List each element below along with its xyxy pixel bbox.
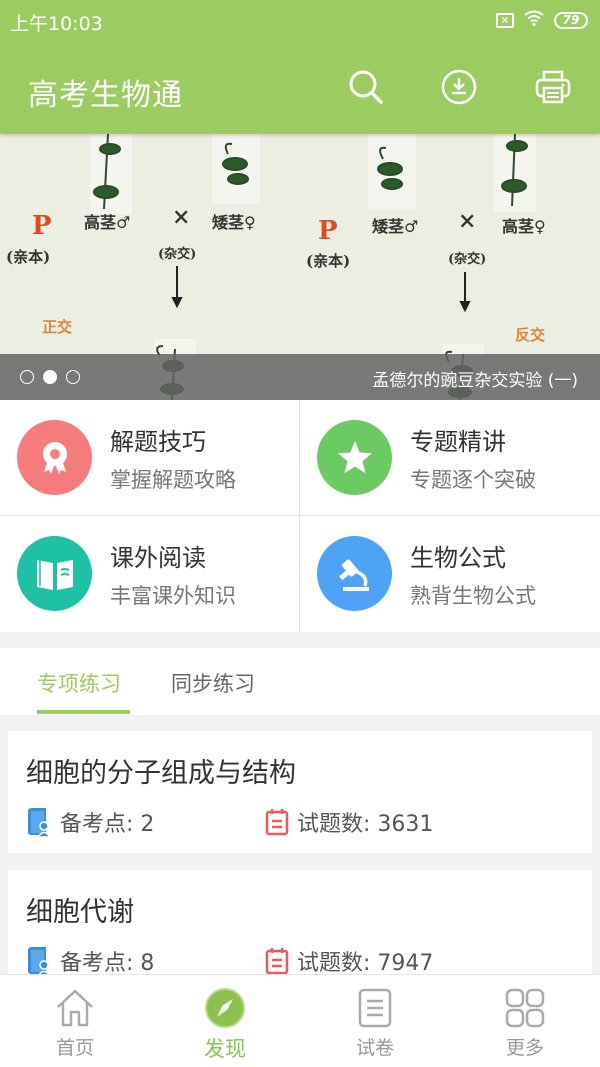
svg-text:(杂交): (杂交) (448, 251, 486, 267)
print-button[interactable] (532, 66, 574, 108)
svg-text:高茎♀: 高茎♀ (502, 217, 546, 236)
nav-label: 试卷 (355, 1037, 394, 1059)
app-bar: 高考生物通 (0, 42, 600, 134)
home-icon (54, 987, 96, 1029)
svg-text:矮茎♀: 矮茎♀ (212, 213, 256, 232)
feature-title: 专题精讲 (410, 428, 506, 456)
nav-label: 首页 (55, 1037, 94, 1059)
banner-caption-bar: 孟德尔的豌豆杂交实验 (一) (0, 354, 600, 400)
feature-subtitle: 掌握解题攻略 (110, 468, 236, 492)
carousel-dot-1[interactable] (20, 370, 34, 384)
svg-text:高茎♂: 高茎♂ (84, 213, 130, 232)
exam-points: 备考点: 8 (26, 945, 154, 977)
svg-text:反交: 反交 (515, 326, 545, 344)
carousel-dot-2-active[interactable] (43, 370, 57, 384)
feature-topic-lectures[interactable]: 专题精讲 专题逐个突破 (300, 400, 600, 516)
paper-icon (354, 987, 396, 1029)
tab-special-practice[interactable]: 专项练习 (37, 668, 121, 698)
app-title: 高考生物通 (28, 78, 183, 113)
grid-divider-horizontal (0, 515, 600, 516)
question-count: 试题数: 3631 (265, 806, 433, 838)
status-time: 上午10:03 (10, 13, 103, 35)
nav-discover[interactable]: 发现 (150, 975, 300, 1067)
svg-text:×: × (172, 204, 190, 230)
book-reader-icon (26, 946, 52, 976)
nav-more[interactable]: 更多 (450, 975, 600, 1067)
svg-text:P: P (318, 216, 338, 246)
download-button[interactable] (438, 66, 480, 108)
nav-label: 更多 (505, 1037, 544, 1059)
feature-bio-formulas[interactable]: 生物公式 熟背生物公式 (300, 516, 600, 632)
banner-p-left: P (32, 211, 52, 241)
tab-sync-practice[interactable]: 同步练习 (171, 668, 255, 698)
banner-caption: 孟德尔的豌豆杂交实验 (一) (372, 371, 578, 391)
star-icon (317, 420, 392, 495)
status-bar: 上午10:03 × 79 (0, 0, 600, 42)
nav-home[interactable]: 首页 (0, 975, 150, 1067)
award-icon (17, 420, 92, 495)
svg-text:正交: 正交 (42, 318, 72, 336)
nav-papers[interactable]: 试卷 (300, 975, 450, 1067)
banner-carousel[interactable]: P (亲本) 高茎♂ × 矮茎♀ (杂交) 正交 P (亲本) 矮茎♂ × 高茎… (0, 134, 600, 400)
compass-icon (204, 987, 246, 1029)
calendar-list-icon (265, 808, 289, 836)
calendar-list-icon (265, 947, 289, 975)
feature-subtitle: 熟背生物公式 (410, 584, 536, 608)
carousel-dots (20, 370, 80, 384)
microscope-icon (317, 536, 392, 611)
feature-subtitle: 丰富课外知识 (110, 584, 236, 608)
svg-text:(杂交): (杂交) (158, 246, 196, 262)
topic-title: 细胞代谢 (26, 897, 134, 928)
banner-parent-left: (亲本) (6, 248, 50, 266)
feature-subtitle: 专题逐个突破 (410, 468, 536, 492)
feature-title: 解题技巧 (110, 428, 206, 456)
feature-title: 生物公式 (410, 544, 506, 572)
topic-card[interactable]: 细胞代谢 备考点: 8 试题数: 7947 (8, 870, 592, 990)
feature-grid: 解题技巧 掌握解题攻略 专题精讲 专题逐个突破 课外阅读 丰富课外知识 生物公式… (0, 400, 600, 632)
svg-text:(亲本): (亲本) (306, 252, 350, 270)
question-count: 试题数: 7947 (265, 945, 433, 977)
search-icon (349, 70, 383, 104)
bottom-nav: 首页 发现 试卷 更多 (0, 974, 600, 1067)
grid-icon (504, 987, 546, 1029)
feature-solving-tips[interactable]: 解题技巧 掌握解题攻略 (0, 400, 300, 516)
feature-title: 课外阅读 (110, 544, 206, 572)
wifi-icon (524, 10, 544, 30)
topic-title: 细胞的分子组成与结构 (26, 758, 296, 789)
search-button[interactable] (345, 66, 387, 108)
topic-card[interactable]: 细胞的分子组成与结构 备考点: 2 试题数: 3631 (8, 731, 592, 853)
book-reader-icon (26, 807, 52, 837)
exam-points-label: 备考点: 2 (60, 812, 155, 837)
tab-active-indicator (37, 710, 130, 714)
sim-error-icon: × (496, 12, 514, 28)
question-count-label: 试题数: 7947 (297, 951, 434, 976)
svg-text:×: × (458, 208, 476, 234)
status-icons: × 79 (496, 10, 588, 30)
book-icon (17, 536, 92, 611)
nav-label: 发现 (204, 1037, 246, 1061)
question-count-label: 试题数: 3631 (297, 812, 434, 837)
printer-icon (535, 70, 571, 104)
exam-points: 备考点: 2 (26, 806, 154, 838)
feature-extra-reading[interactable]: 课外阅读 丰富课外知识 (0, 516, 300, 632)
grid-divider-vertical (299, 400, 300, 632)
practice-tabs: 专项练习 同步练习 (0, 648, 600, 715)
battery-indicator: 79 (554, 11, 588, 29)
download-icon (441, 69, 477, 105)
exam-points-label: 备考点: 8 (60, 951, 155, 976)
carousel-dot-3[interactable] (66, 370, 80, 384)
svg-text:矮茎♂: 矮茎♂ (372, 217, 418, 236)
